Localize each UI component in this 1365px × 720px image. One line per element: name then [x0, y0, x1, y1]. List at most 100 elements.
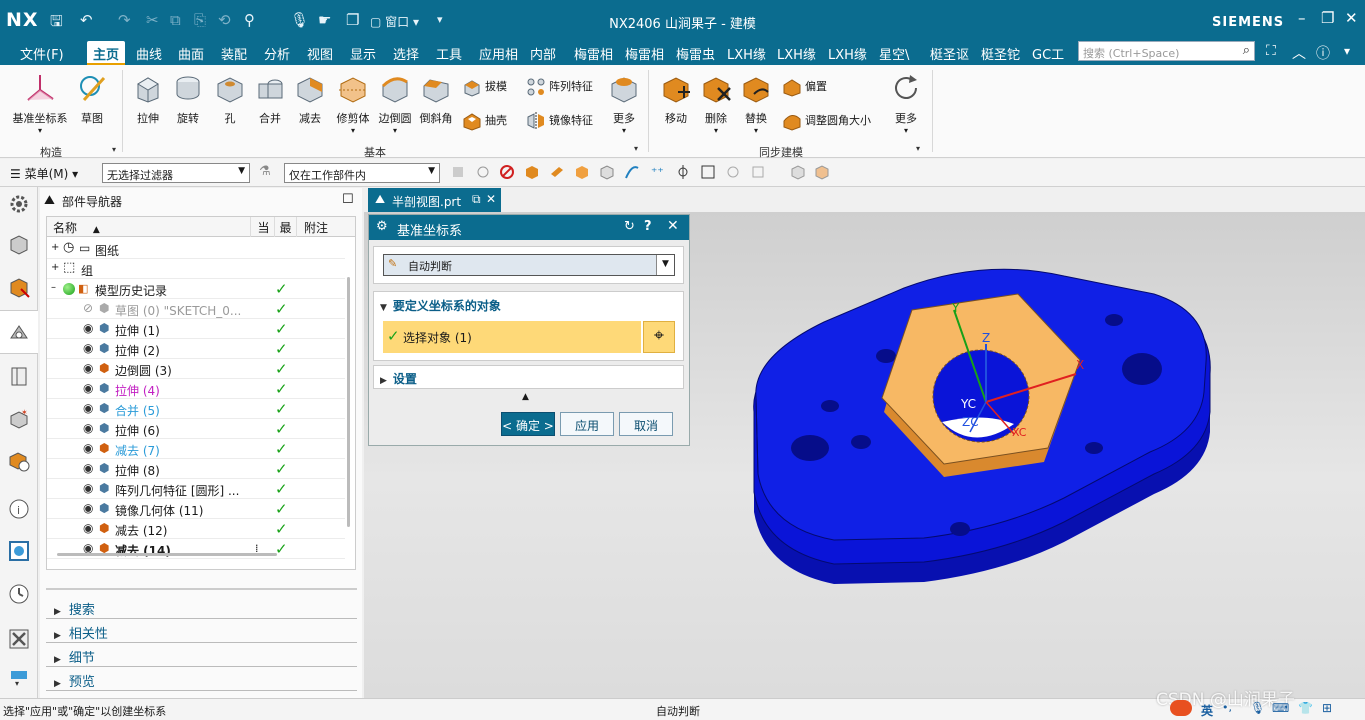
- ime-language[interactable]: 英: [1201, 702, 1213, 719]
- eye-icon[interactable]: ◉: [83, 481, 93, 495]
- construct-group-menu[interactable]: ▾: [112, 145, 116, 154]
- cancel-button[interactable]: 取消: [619, 412, 673, 436]
- select-point-icon[interactable]: ⁺⁺: [649, 164, 665, 180]
- pattern-feature-button[interactable]: 阵列特征: [526, 77, 593, 97]
- eye-icon[interactable]: ◉: [83, 361, 93, 375]
- select-solid-icon[interactable]: [524, 164, 540, 180]
- tab-gc-tools[interactable]: GC工: [1032, 44, 1064, 63]
- microphone-icon[interactable]: 🎙: [1250, 701, 1265, 715]
- info-icon[interactable]: i: [7, 497, 31, 521]
- column-current[interactable]: 当: [253, 217, 275, 237]
- palette-icon[interactable]: [7, 539, 31, 563]
- horizontal-scrollbar[interactable]: [57, 553, 277, 556]
- type-select[interactable]: ✎ 自动判断 ▼: [383, 254, 675, 276]
- resize-blend-button[interactable]: 调整圆角大小: [782, 111, 871, 131]
- type-filter-select[interactable]: 无选择过滤器 ▼: [102, 163, 250, 183]
- tab-surface[interactable]: 曲面: [178, 44, 204, 63]
- draft-button[interactable]: 拔模: [462, 77, 507, 97]
- restore-button[interactable]: ❐: [1321, 9, 1334, 27]
- eye-icon[interactable]: ◉: [83, 501, 93, 515]
- collapse-icon[interactable]: –: [51, 282, 56, 293]
- ok-button[interactable]: < 确定 >: [501, 412, 555, 436]
- tab-view[interactable]: 视图: [307, 44, 333, 63]
- section-details[interactable]: ▶ 细节: [46, 645, 357, 667]
- selection-scope-select[interactable]: 仅在工作部件内 ▼: [284, 163, 440, 183]
- tab-application[interactable]: 应用相: [479, 44, 518, 63]
- subtract-button[interactable]: 减去: [290, 72, 330, 126]
- feature-row[interactable]: ◉ ⬢ 阵列几何特征 [圆形] ... ✓: [47, 479, 345, 499]
- feature-row[interactable]: ◉ ⬢ 减去 (12) ✓: [47, 519, 345, 539]
- punctuation-icon[interactable]: •,: [1222, 701, 1232, 714]
- menu-file[interactable]: 文件(F): [20, 44, 64, 63]
- tree-node-model-history[interactable]: – ◧ 模型历史记录 ✓: [47, 279, 345, 299]
- snap-end-icon[interactable]: [725, 164, 741, 180]
- minimize-button[interactable]: –: [1298, 9, 1306, 27]
- quick-pick-icon[interactable]: [700, 164, 716, 180]
- collapse-ribbon-icon[interactable]: ︿: [1292, 43, 1306, 63]
- feature-row[interactable]: ◉ ⬢ 边倒圆 (3) ✓: [47, 359, 345, 379]
- move-face-button[interactable]: 移动: [656, 72, 696, 126]
- tab-modao-2[interactable]: 梃圣铊: [981, 44, 1020, 63]
- feature-row[interactable]: ◉ ⬢ 减去 (7) ✓: [47, 439, 345, 459]
- sketch-button[interactable]: 草图: [74, 72, 110, 126]
- help-icon[interactable]: ⓘ: [1316, 43, 1330, 63]
- hd3d-tools-icon[interactable]: ✶: [7, 406, 31, 430]
- ribbon-options-icon[interactable]: ▾: [1344, 44, 1350, 58]
- column-note[interactable]: 附注: [297, 217, 335, 237]
- close-icon[interactable]: ✕: [667, 218, 679, 234]
- tab-select[interactable]: 选择: [393, 44, 419, 63]
- sync-group-menu[interactable]: ▾: [916, 144, 920, 153]
- tree-node-drawings[interactable]: + ◷ ▭ 图纸: [47, 239, 345, 259]
- section-preview[interactable]: ▶ 预览: [46, 669, 357, 691]
- feature-row[interactable]: ◉ ⬢ 拉伸 (2) ✓: [47, 339, 345, 359]
- command-search-input[interactable]: 搜索 (Ctrl+Space) ⌕: [1078, 41, 1255, 61]
- snap-point-icon[interactable]: [675, 164, 691, 180]
- tab-internal[interactable]: 内部: [530, 44, 556, 63]
- tab-home[interactable]: 主页: [87, 41, 126, 65]
- basic-group-menu[interactable]: ▾: [634, 144, 638, 153]
- extrude-button[interactable]: 拉伸: [128, 72, 168, 126]
- section-settings[interactable]: ▶ 设置: [373, 365, 684, 389]
- close-tab-icon[interactable]: ✕: [486, 192, 496, 206]
- apply-button[interactable]: 应用: [560, 412, 614, 436]
- tab-meilei-3[interactable]: 梅雷虫: [676, 44, 715, 63]
- feature-row[interactable]: ⊘ ⬢ 草图 (0) "SKETCH_0... ✓: [47, 299, 345, 319]
- tab-document[interactable]: ⛰ 半剖视图.prt ⧉ ✕: [368, 188, 501, 212]
- mirror-feature-button[interactable]: 镜像特征: [526, 111, 593, 131]
- edge-blend-button[interactable]: 边倒圆 ▾: [374, 72, 416, 135]
- hole-button[interactable]: 孔: [210, 72, 250, 126]
- tab-meilei-2[interactable]: 梅雷相: [625, 44, 664, 63]
- menu-button[interactable]: ☰ 菜单(M) ▾: [10, 165, 78, 182]
- feature-row[interactable]: ◉ ⬢ 拉伸 (6) ✓: [47, 419, 345, 439]
- splitter[interactable]: [46, 588, 357, 590]
- section-search[interactable]: ▶ 搜索: [46, 597, 357, 619]
- select-object-row[interactable]: ✓ 选择对象 (1): [383, 321, 641, 353]
- deselect-all-icon[interactable]: [499, 164, 515, 180]
- eye-icon[interactable]: ◉: [83, 441, 93, 455]
- replace-face-button[interactable]: 替换 ▾: [736, 72, 776, 135]
- fullscreen-icon[interactable]: ⛶: [1266, 43, 1276, 59]
- eye-icon[interactable]: ◉: [83, 521, 93, 535]
- skin-icon[interactable]: 👕: [1298, 701, 1313, 715]
- tab-lxh-1[interactable]: LXH缘: [727, 44, 766, 63]
- constraint-navigator-icon[interactable]: [7, 275, 31, 299]
- select-features-icon[interactable]: [475, 164, 491, 180]
- tab-curve[interactable]: 曲线: [136, 44, 162, 63]
- part-navigator-icon[interactable]: [7, 320, 31, 344]
- feature-row[interactable]: ◉ ⬢ 减去 (14) ⁞ ✓: [47, 539, 345, 559]
- eye-icon[interactable]: ◉: [83, 461, 93, 475]
- tools-icon[interactable]: [7, 627, 31, 651]
- tab-assembly[interactable]: 装配: [221, 44, 247, 63]
- eye-icon[interactable]: ◉: [83, 341, 93, 355]
- shell-button[interactable]: 抽壳: [462, 111, 507, 131]
- tab-modao-1[interactable]: 梃圣讴: [930, 44, 969, 63]
- datum-csys-button[interactable]: 基准坐标系 ▾: [8, 72, 72, 135]
- vertical-scrollbar[interactable]: [347, 277, 350, 527]
- revolve-button[interactable]: 旋转: [168, 72, 208, 126]
- select-component-icon[interactable]: [599, 164, 615, 180]
- select-curve-icon[interactable]: [624, 164, 640, 180]
- basic-more-button[interactable]: 更多 ▾: [604, 72, 644, 135]
- feature-row[interactable]: ◉ ⬢ 拉伸 (8) ✓: [47, 459, 345, 479]
- process-studio-icon[interactable]: ▾: [7, 669, 31, 687]
- more-options-icon[interactable]: ▲: [522, 392, 529, 402]
